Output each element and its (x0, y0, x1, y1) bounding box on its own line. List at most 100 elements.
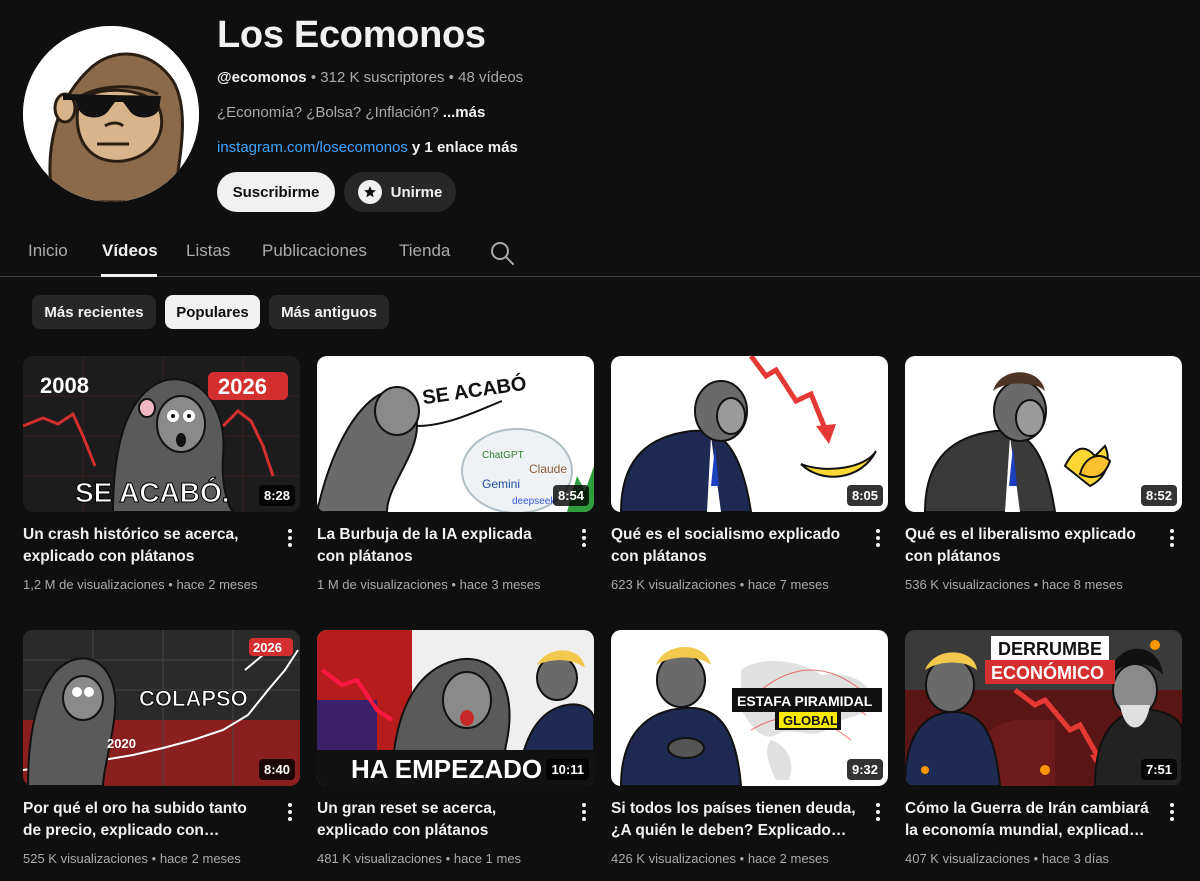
channel-avatar[interactable] (23, 26, 199, 202)
video-title[interactable]: Un crash histórico se acerca, explicado … (23, 524, 268, 568)
join-button[interactable]: Unirme (344, 172, 456, 212)
description-text: ¿Economía? ¿Bolsa? ¿Inflación? (217, 104, 439, 121)
video-meta: 536 K visualizaciones • hace 8 meses (905, 577, 1123, 592)
meta-separator: • (739, 851, 745, 866)
channel-links: instagram.com/losecomonos y 1 enlace más (217, 139, 518, 156)
video-thumbnail[interactable]: ESTAFA PIRAMIDAL GLOBAL 9:32 (611, 630, 888, 786)
view-count: 1,2 M de visualizaciones (23, 577, 165, 592)
video-meta: 623 K visualizaciones • hace 7 meses (611, 577, 829, 592)
video-title[interactable]: Por qué el oro ha subido tanto de precio… (23, 798, 268, 842)
thumb-caption: ESTAFA PIRAMIDAL (737, 693, 873, 709)
video-thumbnail[interactable]: 8:52 (905, 356, 1182, 512)
channel-name: Los Ecomonos (217, 14, 486, 56)
view-count: 426 K visualizaciones (611, 851, 737, 866)
channel-tabs: Inicio Vídeos Listas Publicaciones Tiend… (0, 230, 1200, 277)
upload-age: hace 3 meses (459, 577, 541, 592)
thumb-caption: DERRUMBE (998, 639, 1102, 659)
video-count: 48 vídeos (458, 69, 524, 86)
video-meta: 407 K visualizaciones • hace 3 días (905, 851, 1109, 866)
video-duration: 8:40 (258, 759, 295, 780)
channel-handle: @ecomonos (217, 69, 307, 86)
instagram-link[interactable]: instagram.com/losecomonos (217, 139, 408, 156)
video-duration: 7:51 (1140, 759, 1177, 780)
subscribe-button[interactable]: Suscribirme (217, 172, 335, 212)
more-actions-icon[interactable] (280, 800, 300, 824)
video-thumbnail[interactable]: 2026 COLAPSO 2020 8:40 (23, 630, 300, 786)
star-icon (357, 180, 382, 204)
tab-inicio[interactable]: Inicio (28, 241, 68, 261)
more-link[interactable]: ...más (443, 104, 486, 121)
more-actions-icon[interactable] (868, 800, 888, 824)
upload-age: hace 2 meses (176, 577, 258, 592)
chip-mas-recientes[interactable]: Más recientes (32, 295, 156, 329)
meta-separator: • (310, 69, 317, 86)
meta-separator: • (1033, 577, 1039, 592)
video-title[interactable]: Qué es el socialismo explicado con pláta… (611, 524, 856, 568)
chip-mas-antiguos[interactable]: Más antiguos (269, 295, 389, 329)
search-icon[interactable] (489, 240, 515, 266)
tab-tienda[interactable]: Tienda (399, 241, 450, 261)
more-actions-icon[interactable] (1162, 526, 1182, 550)
upload-age: hace 8 meses (1041, 577, 1123, 592)
more-actions-icon[interactable] (1162, 800, 1182, 824)
video-title[interactable]: Si todos los países tienen deuda, ¿A qui… (611, 798, 856, 842)
thumb-label-gemini: Gemini (482, 477, 520, 491)
more-actions-icon[interactable] (280, 526, 300, 550)
channel-description[interactable]: ¿Economía? ¿Bolsa? ¿Inflación? ...más (217, 104, 485, 121)
video-thumbnail[interactable]: 8:05 (611, 356, 888, 512)
meta-separator: • (739, 577, 745, 592)
thumb-label-chatgpt: ChatGPT (482, 450, 524, 461)
video-title[interactable]: Qué es el liberalismo explicado con plát… (905, 524, 1150, 568)
upload-age: hace 7 meses (747, 577, 829, 592)
chip-populares[interactable]: Populares (165, 295, 260, 329)
thumb-year-2026: 2026 (218, 374, 267, 399)
upload-age: hace 1 mes (453, 851, 522, 866)
tab-publicaciones[interactable]: Publicaciones (262, 241, 367, 261)
video-meta: 1 M de visualizaciones • hace 3 meses (317, 577, 541, 592)
thumb-caption: SE ACABÓ (421, 371, 528, 409)
video-meta: 1,2 M de visualizaciones • hace 2 meses (23, 577, 257, 592)
video-duration: 8:28 (258, 485, 295, 506)
thumb-subcaption: ECONÓMICO (991, 662, 1104, 683)
video-title[interactable]: Cómo la Guerra de Irán cambiará la econo… (905, 798, 1150, 842)
meta-separator: • (445, 851, 451, 866)
channel-meta: @ecomonos • 312 K suscriptores • 48 víde… (217, 69, 523, 86)
meta-separator: • (448, 69, 454, 86)
video-title[interactable]: Un gran reset se acerca, explicado con p… (317, 798, 562, 842)
meta-separator: • (151, 851, 157, 866)
more-actions-icon[interactable] (868, 526, 888, 550)
view-count: 481 K visualizaciones (317, 851, 443, 866)
meta-separator: • (168, 577, 173, 592)
view-count: 536 K visualizaciones (905, 577, 1031, 592)
video-card[interactable]: ESTAFA PIRAMIDAL GLOBAL 9:32 Si todos lo… (611, 630, 889, 866)
thumb-caption: HA EMPEZADO (351, 754, 542, 784)
video-card[interactable]: 8:05 Qué es el socialismo explicado con … (611, 356, 889, 592)
video-card[interactable]: 8:52 Qué es el liberalismo explicado con… (905, 356, 1183, 592)
thumb-year-2008: 2008 (40, 373, 89, 398)
meta-separator: • (451, 577, 456, 592)
video-card[interactable]: HA EMPEZADO 10:11 Un gran reset se acerc… (317, 630, 595, 866)
video-thumbnail[interactable]: DERRUMBE ECONÓMICO 7:51 (905, 630, 1182, 786)
video-card[interactable]: SE ACABÓ ChatGPT Claude Gemini deepseek … (317, 356, 595, 592)
meta-separator: • (1033, 851, 1039, 866)
video-thumbnail[interactable]: HA EMPEZADO 10:11 (317, 630, 594, 786)
video-meta: 525 K visualizaciones • hace 2 meses (23, 851, 241, 866)
video-card[interactable]: 2026 COLAPSO 2020 8:40 Por qué el oro ha… (23, 630, 301, 866)
video-thumbnail[interactable]: 2008 2026 SE ACABÓ. 8:28 (23, 356, 300, 512)
video-card[interactable]: DERRUMBE ECONÓMICO 7:51 Cómo la Guerra d… (905, 630, 1183, 866)
video-meta: 481 K visualizaciones • hace 1 mes (317, 851, 521, 866)
upload-age: hace 3 días (1041, 851, 1110, 866)
video-thumbnail[interactable]: SE ACABÓ ChatGPT Claude Gemini deepseek … (317, 356, 594, 512)
thumb-caption: COLAPSO (139, 686, 248, 711)
tab-videos[interactable]: Vídeos (102, 241, 158, 261)
view-count: 525 K visualizaciones (23, 851, 149, 866)
video-card[interactable]: 2008 2026 SE ACABÓ. 8:28 Un crash histór… (23, 356, 301, 592)
more-actions-icon[interactable] (574, 800, 594, 824)
more-links[interactable]: y 1 enlace más (412, 139, 518, 156)
tab-listas[interactable]: Listas (186, 241, 230, 261)
more-actions-icon[interactable] (574, 526, 594, 550)
join-label: Unirme (390, 183, 443, 201)
video-duration: 8:54 (552, 485, 589, 506)
video-title[interactable]: La Burbuja de la IA explicada con plátan… (317, 524, 562, 568)
video-duration: 10:11 (546, 759, 589, 780)
